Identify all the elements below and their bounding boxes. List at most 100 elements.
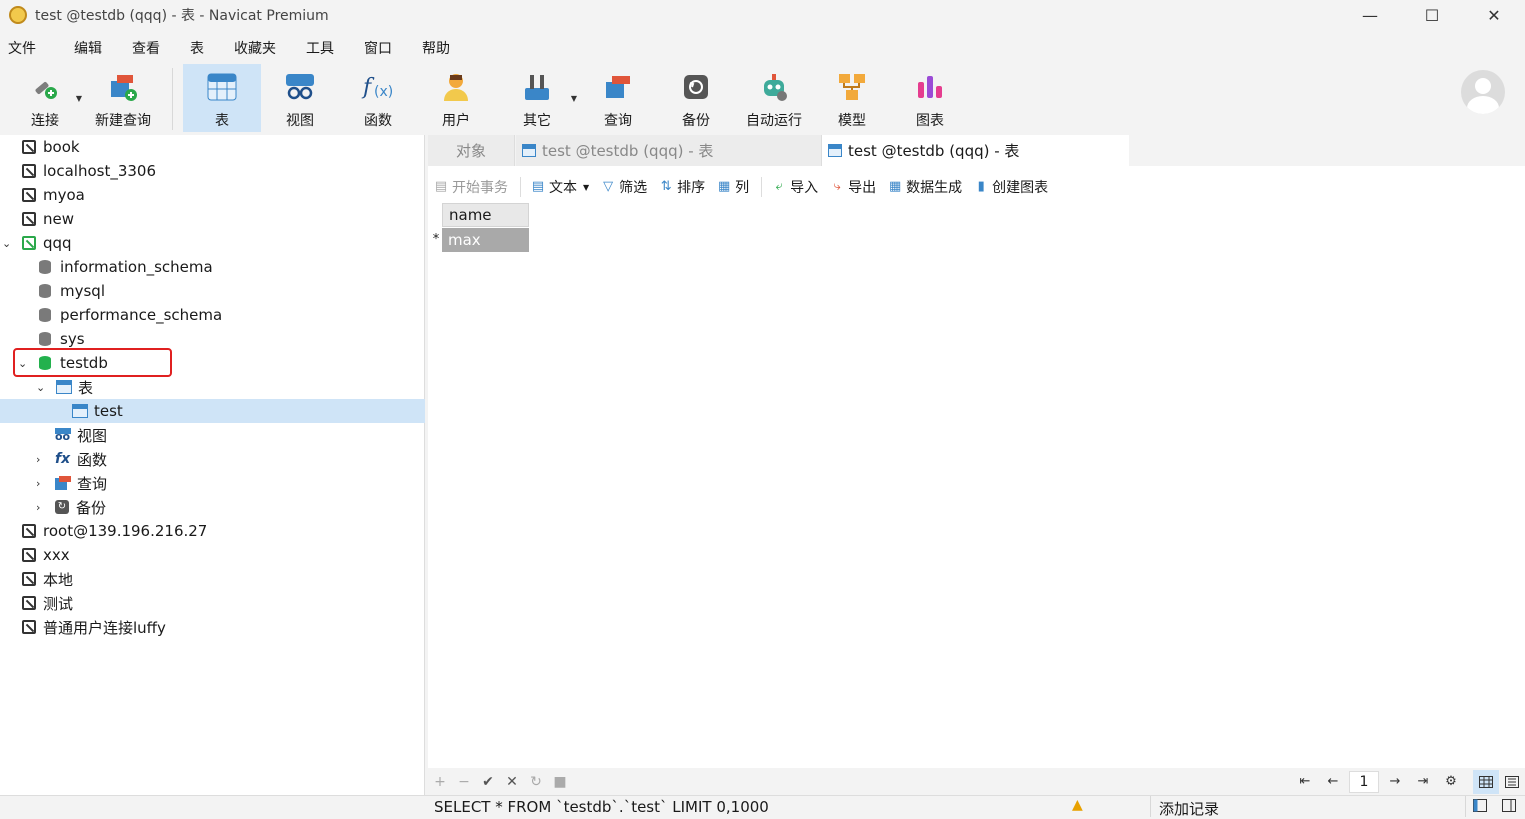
discard-changes-button[interactable]: ✕	[500, 774, 524, 790]
function-icon: f (x)	[361, 70, 395, 104]
tree-label: qqq	[43, 234, 72, 252]
user-avatar[interactable]	[1461, 70, 1505, 114]
tree-connection-book[interactable]: book	[0, 135, 425, 159]
table-cell[interactable]: max	[442, 228, 529, 252]
tree-label: 备份	[76, 498, 107, 517]
close-button[interactable]: ✕	[1463, 0, 1525, 30]
maximize-button[interactable]: ☐	[1401, 0, 1463, 30]
tree-db-information-schema[interactable]: information_schema	[0, 255, 425, 279]
table-button[interactable]: 表	[183, 64, 261, 132]
tree-connection-xxx[interactable]: xxx	[0, 543, 425, 567]
tab-test-table-2[interactable]: test @testdb (qqq) - 表	[822, 135, 1129, 166]
minimize-button[interactable]: —	[1339, 0, 1401, 30]
page-number-input[interactable]: 1	[1349, 770, 1379, 793]
tree-folder-backups[interactable]: › ↻ 备份	[0, 495, 425, 519]
tree-connection-root[interactable]: root@139.196.216.27	[0, 519, 425, 543]
next-page-button[interactable]: →	[1381, 774, 1409, 789]
tree-connection-localhost[interactable]: localhost_3306	[0, 159, 425, 183]
refresh-button[interactable]: ↻	[524, 774, 548, 790]
grid-view-toggle[interactable]	[1473, 769, 1499, 794]
import-button[interactable]: ⤶ 导入	[772, 177, 819, 197]
sort-button[interactable]: ⇅ 排序	[659, 177, 705, 197]
delete-record-button[interactable]: −	[452, 774, 476, 790]
columns-icon: ▦	[718, 179, 731, 194]
last-page-button[interactable]: ⇥	[1409, 774, 1437, 789]
create-chart-button[interactable]: ▮ 创建图表	[974, 177, 1049, 197]
warning-icon[interactable]: ▲	[1072, 798, 1088, 812]
settings-icon[interactable]: ⚙	[1437, 774, 1465, 789]
menu-favorites[interactable]: 收藏夹	[226, 36, 284, 62]
first-page-button[interactable]: ⇤	[1291, 774, 1319, 789]
filter-button[interactable]: ▽ 筛选	[601, 177, 647, 197]
filter-icon: ▽	[603, 179, 614, 194]
begin-transaction-button[interactable]: ▤ 开始事务	[434, 177, 508, 197]
chevron-right-icon[interactable]: ›	[36, 477, 55, 490]
tree-connection-new[interactable]: new	[0, 207, 425, 231]
chevron-right-icon[interactable]: ›	[36, 453, 55, 466]
tree-table-test[interactable]: test	[0, 399, 425, 423]
new-query-button[interactable]: 新建查询	[84, 64, 162, 132]
tree-connection-ceshi[interactable]: 测试	[0, 591, 425, 615]
chevron-down-icon[interactable]: ⌄	[36, 381, 56, 394]
tree-folder-queries[interactable]: › 查询	[0, 471, 425, 495]
dropdown-arrow-icon: ▼	[583, 182, 590, 192]
export-button[interactable]: ⤷ 导出	[830, 177, 877, 197]
title-bar: test @testdb (qqq) - 表 - Navicat Premium…	[0, 0, 1525, 30]
tree-label: 普通用户连接luffy	[43, 618, 166, 637]
columns-button[interactable]: ▦ 列	[717, 177, 749, 197]
tree-connection-luffy[interactable]: 普通用户连接luffy	[0, 615, 425, 639]
automation-button[interactable]: 自动运行	[735, 64, 813, 132]
add-record-button[interactable]: +	[428, 774, 452, 790]
generate-data-button[interactable]: ▦ 数据生成	[888, 177, 962, 197]
menu-file[interactable]: 文件	[0, 36, 44, 62]
column-header-name[interactable]: name	[442, 203, 529, 227]
query-button[interactable]: 查询	[579, 64, 657, 132]
function-button[interactable]: f (x) 函数	[339, 64, 417, 132]
tree-db-performance-schema[interactable]: performance_schema	[0, 303, 425, 327]
backup-button[interactable]: 备份	[657, 64, 735, 132]
prev-page-button[interactable]: ←	[1319, 774, 1347, 789]
view-label: 视图	[286, 113, 314, 129]
tab-test-table-1[interactable]: test @testdb (qqq) - 表	[516, 135, 822, 166]
dropdown-arrow-icon[interactable]: ▼	[571, 94, 577, 103]
connection-icon	[22, 164, 36, 178]
tree-connection-qqq[interactable]: ⌄ qqq	[0, 231, 425, 255]
tree-connection-local[interactable]: 本地	[0, 567, 425, 591]
status-divider	[1150, 796, 1151, 817]
connection-active-icon	[22, 236, 36, 250]
filter-label: 筛选	[619, 180, 648, 196]
connect-button[interactable]: 连接 ▼	[6, 64, 84, 132]
apply-changes-button[interactable]: ✔	[476, 774, 500, 790]
menu-view[interactable]: 查看	[124, 36, 168, 62]
user-button[interactable]: 用户	[417, 64, 495, 132]
tree-label: performance_schema	[60, 306, 223, 324]
chevron-right-icon[interactable]: ›	[36, 501, 55, 514]
tree-folder-views[interactable]: 视图	[0, 423, 425, 447]
tree-folder-functions[interactable]: › fx 函数	[0, 447, 425, 471]
menu-edit[interactable]: 编辑	[66, 36, 110, 62]
chart-button[interactable]: 图表	[891, 64, 969, 132]
model-button[interactable]: 模型	[813, 64, 891, 132]
connection-icon	[22, 548, 36, 562]
tree-folder-tables[interactable]: ⌄ 表	[0, 375, 425, 399]
menu-tools[interactable]: 工具	[298, 36, 342, 62]
connection-icon	[22, 524, 36, 538]
text-button[interactable]: ▤ 文本 ▼	[531, 177, 589, 197]
tree-db-mysql[interactable]: mysql	[0, 279, 425, 303]
panel-right-icon[interactable]	[1502, 799, 1516, 816]
view-button[interactable]: 视图	[261, 64, 339, 132]
backup-icon	[679, 70, 713, 104]
stop-button[interactable]: ■	[548, 774, 572, 790]
others-button[interactable]: 其它 ▼	[495, 64, 579, 132]
menu-help[interactable]: 帮助	[414, 36, 458, 62]
form-view-toggle[interactable]	[1499, 770, 1525, 794]
menu-window[interactable]: 窗口	[356, 36, 400, 62]
chart-label: 图表	[916, 113, 944, 129]
menu-table[interactable]: 表	[182, 36, 212, 62]
tab-objects[interactable]: 对象	[428, 135, 515, 166]
chevron-down-icon[interactable]: ⌄	[2, 237, 22, 250]
dropdown-arrow-icon[interactable]: ▼	[76, 94, 82, 103]
panel-left-icon[interactable]	[1473, 799, 1487, 816]
tree-connection-myoa[interactable]: myoa	[0, 183, 425, 207]
navicat-logo-icon	[9, 6, 27, 24]
